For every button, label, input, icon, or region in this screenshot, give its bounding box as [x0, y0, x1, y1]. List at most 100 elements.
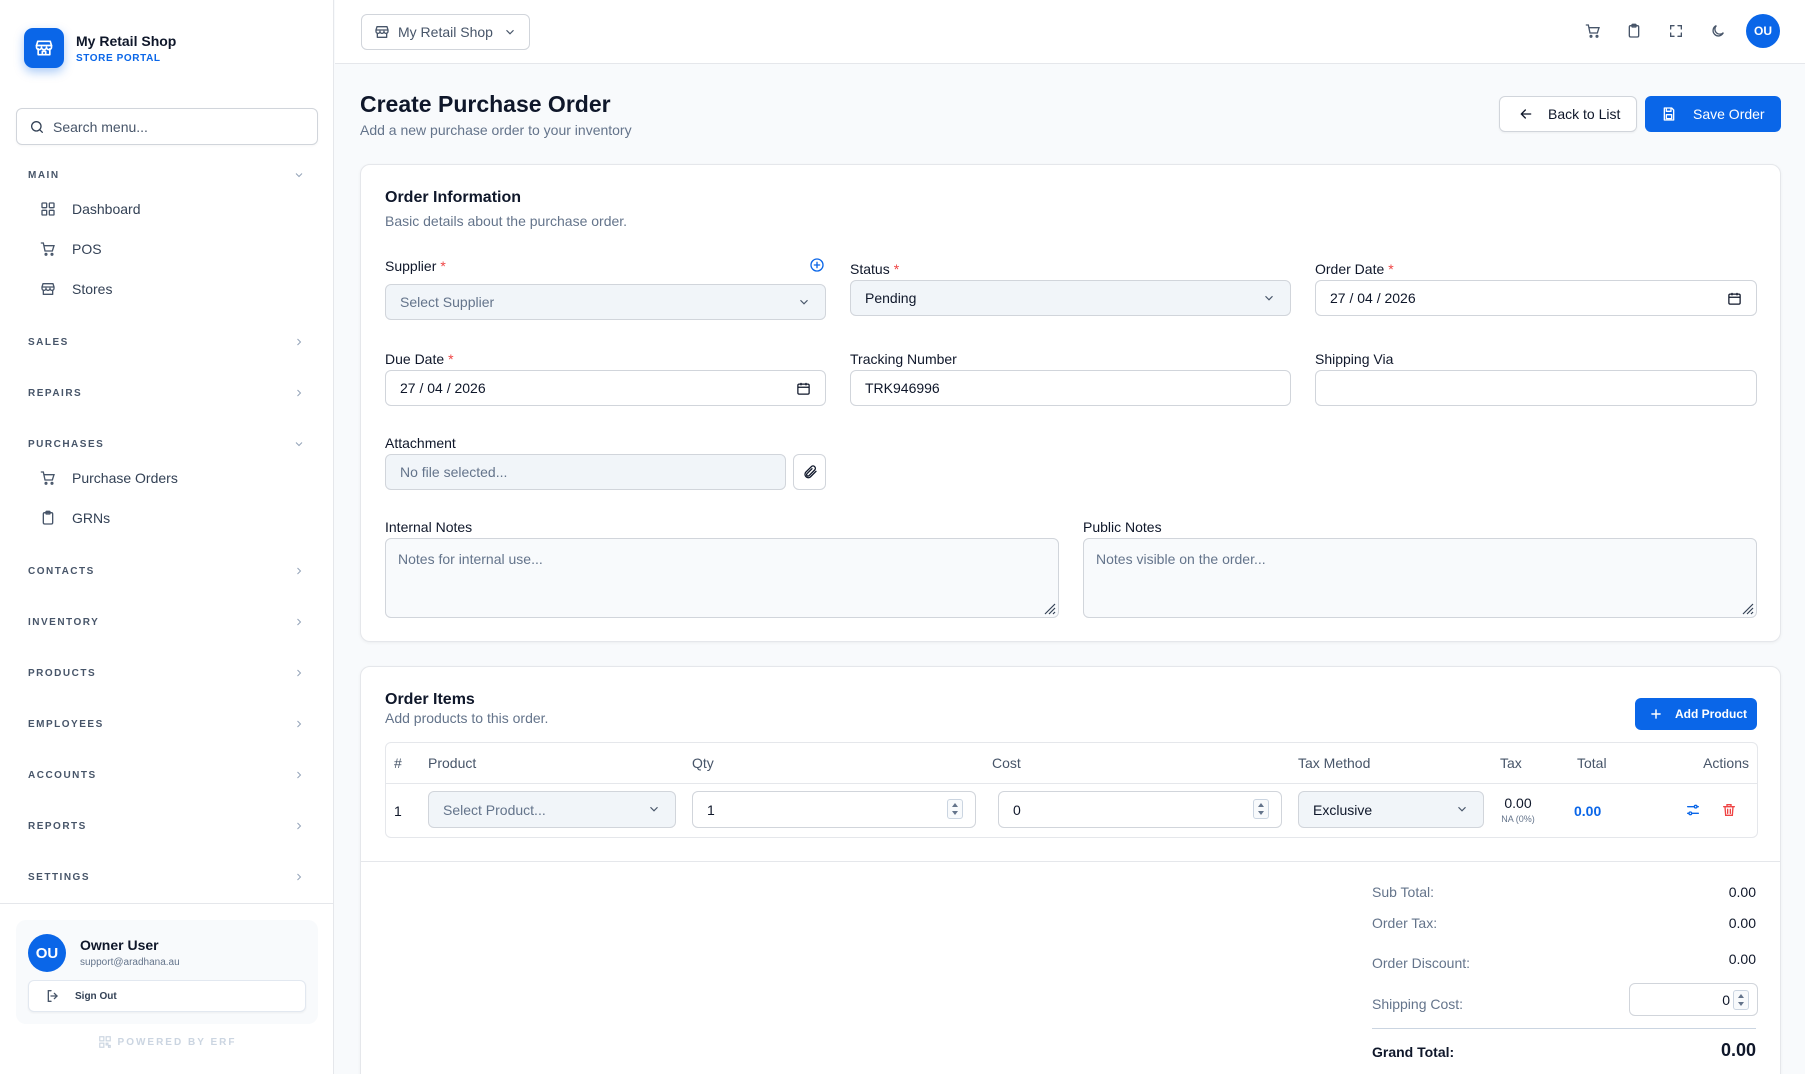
- cart-icon[interactable]: [1582, 20, 1604, 42]
- nav-section-label: PURCHASES: [28, 438, 105, 450]
- internal-notes-textarea[interactable]: Notes for internal use...: [385, 538, 1059, 618]
- clipboard-icon[interactable]: [1623, 20, 1645, 42]
- save-icon: [1661, 106, 1677, 122]
- shipping-via-label: Shipping Via: [1315, 351, 1394, 367]
- sidebar-item-label: Purchase Orders: [72, 470, 178, 486]
- user-name: Owner User: [80, 937, 159, 953]
- shipping-cost-input[interactable]: 0: [1629, 983, 1758, 1016]
- calendar-icon[interactable]: [1727, 291, 1742, 306]
- nav-section-reports[interactable]: REPORTS: [28, 816, 305, 836]
- order-information-card: Order Information Basic details about th…: [360, 164, 1781, 642]
- menu-search[interactable]: [16, 108, 318, 145]
- product-select[interactable]: Select Product...: [428, 791, 676, 828]
- sidebar-item-purchase-orders[interactable]: Purchase Orders: [40, 466, 178, 490]
- sidebar-item-label: Dashboard: [72, 201, 141, 217]
- nav-section-accounts[interactable]: ACCOUNTS: [28, 765, 305, 785]
- store-icon: [40, 281, 56, 297]
- chevron-right-icon: [293, 820, 305, 832]
- nav-section-sales[interactable]: SALES: [28, 332, 305, 352]
- cart-icon: [40, 470, 56, 486]
- nav-section-inventory[interactable]: INVENTORY: [28, 612, 305, 632]
- row-total: 0.00: [1574, 803, 1602, 819]
- chevron-down-icon: [647, 802, 661, 816]
- spinner-icon[interactable]: [1253, 799, 1269, 819]
- resize-handle-icon[interactable]: [1044, 603, 1056, 615]
- tax-method-select[interactable]: Exclusive: [1298, 791, 1484, 828]
- arrow-left-icon: [1518, 106, 1534, 122]
- nav-section-repairs[interactable]: REPAIRS: [28, 383, 305, 403]
- chevron-down-icon: [293, 169, 305, 181]
- topbar: My Retail Shop OU: [335, 0, 1805, 64]
- paperclip-icon: [802, 464, 818, 480]
- shipping-via-input[interactable]: [1315, 370, 1757, 406]
- order-information-subtitle: Basic details about the purchase order.: [385, 213, 628, 229]
- powered-by: POWERED BY ERF: [0, 1035, 334, 1049]
- column-header: Qty: [692, 755, 714, 771]
- sidebar-item-dashboard[interactable]: Dashboard: [40, 197, 141, 221]
- back-to-list-label: Back to List: [1548, 106, 1621, 122]
- sidebar-item-stores[interactable]: Stores: [40, 277, 112, 301]
- status-value: Pending: [865, 290, 917, 306]
- nav-section-main[interactable]: MAIN: [28, 165, 305, 185]
- calendar-icon[interactable]: [796, 381, 811, 396]
- public-notes-textarea[interactable]: Notes visible on the order...: [1083, 538, 1757, 618]
- order-date-input[interactable]: 27 / 04 / 2026: [1315, 280, 1757, 316]
- sign-out-button[interactable]: Sign Out: [28, 980, 306, 1012]
- brand-name: My Retail Shop: [76, 32, 177, 49]
- nav-section-purchases[interactable]: PURCHASES: [28, 434, 305, 454]
- add-supplier-icon[interactable]: [809, 257, 825, 273]
- avatar[interactable]: OU: [1746, 14, 1780, 48]
- chevron-right-icon: [293, 769, 305, 781]
- nav-section-contacts[interactable]: CONTACTS: [28, 561, 305, 581]
- adjust-icon[interactable]: [1685, 802, 1701, 818]
- internal-notes-label: Internal Notes: [385, 519, 473, 535]
- brand[interactable]: My Retail Shop STORE PORTAL: [24, 28, 176, 68]
- chevron-right-icon: [293, 718, 305, 730]
- sidebar-item-label: Stores: [72, 281, 113, 297]
- trash-icon[interactable]: [1721, 802, 1737, 818]
- dashboard-icon: [40, 201, 56, 217]
- sidebar-item-pos[interactable]: POS: [40, 237, 102, 261]
- nav-section-settings[interactable]: SETTINGS: [28, 867, 305, 887]
- search-input[interactable]: [53, 118, 293, 135]
- avatar[interactable]: OU: [28, 934, 66, 972]
- sidebar-item-label: GRNs: [72, 510, 111, 526]
- tracking-number-value: TRK946996: [865, 380, 940, 396]
- spinner-icon[interactable]: [1733, 990, 1749, 1010]
- chevron-right-icon: [293, 616, 305, 628]
- chevron-right-icon: [293, 871, 305, 883]
- order-date-value: 27 / 04 / 2026: [1330, 290, 1416, 306]
- nav-section-label: REPORTS: [28, 820, 87, 832]
- save-order-label: Save Order: [1693, 106, 1765, 122]
- qr-icon: [98, 1035, 112, 1049]
- quantity-stepper[interactable]: 1: [692, 791, 976, 828]
- add-product-button[interactable]: Add Product: [1635, 698, 1757, 730]
- nav-section-label: INVENTORY: [28, 616, 100, 628]
- tracking-number-label: Tracking Number: [850, 351, 957, 367]
- cost-stepper[interactable]: 0: [998, 791, 1282, 828]
- dark-mode-icon[interactable]: [1707, 20, 1729, 42]
- attachment-placeholder: No file selected...: [400, 464, 508, 480]
- nav-section-products[interactable]: PRODUCTS: [28, 663, 305, 683]
- store-switcher[interactable]: My Retail Shop: [361, 14, 530, 50]
- status-select[interactable]: Pending: [850, 280, 1291, 316]
- resize-handle-icon[interactable]: [1742, 603, 1754, 615]
- column-header: Actions: [1703, 755, 1749, 771]
- attach-file-button[interactable]: [793, 454, 826, 490]
- tax-method-value: Exclusive: [1313, 801, 1373, 818]
- spinner-icon[interactable]: [947, 799, 963, 819]
- due-date-input[interactable]: 27 / 04 / 2026: [385, 370, 826, 406]
- nav-section-label: EMPLOYEES: [28, 718, 104, 730]
- grand-total-label: Grand Total:: [1372, 1044, 1455, 1060]
- save-order-button[interactable]: Save Order: [1645, 96, 1781, 132]
- sidebar-item-grns[interactable]: GRNs: [40, 506, 110, 530]
- supplier-select[interactable]: Select Supplier: [385, 284, 826, 320]
- nav-section-employees[interactable]: EMPLOYEES: [28, 714, 305, 734]
- nav-section-label: CONTACTS: [28, 565, 95, 577]
- attachment-input[interactable]: No file selected...: [385, 454, 786, 490]
- cost-value: 0: [1013, 801, 1021, 818]
- fullscreen-icon[interactable]: [1665, 20, 1687, 42]
- tracking-number-input[interactable]: TRK946996: [850, 370, 1291, 406]
- back-to-list-button[interactable]: Back to List: [1499, 96, 1637, 132]
- order-discount-value: 0.00: [1728, 951, 1756, 967]
